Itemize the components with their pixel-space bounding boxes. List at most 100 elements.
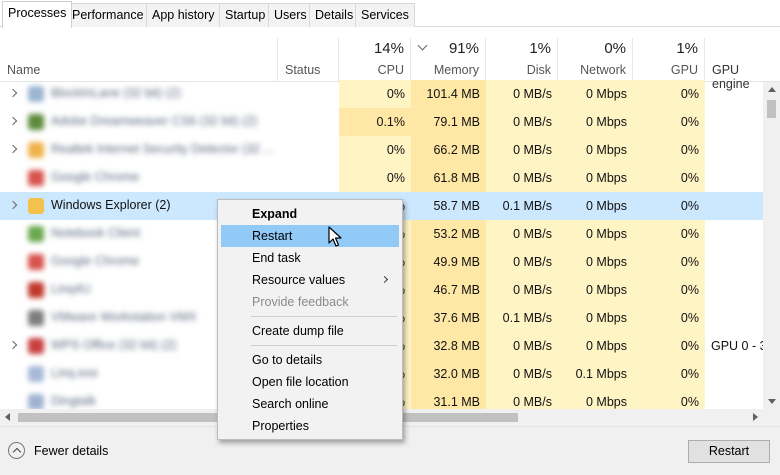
- process-name: Dingtalk: [51, 394, 97, 408]
- gpu-engine-cell: GPU 0 - 3D: [711, 339, 764, 353]
- process-name: WPS Office (32 bit) (2): [51, 338, 177, 352]
- column-name[interactable]: Name: [0, 38, 278, 82]
- scrollbar-corner: [763, 409, 780, 426]
- expand-chevron-icon[interactable]: [8, 116, 18, 126]
- gpu-cell: 0%: [633, 80, 705, 108]
- memory-cell: 49.9 MB: [411, 248, 486, 276]
- gpu-engine-cell: [705, 248, 764, 276]
- collapse-circle-icon: [8, 442, 25, 459]
- disk-cell: 0 MB/s: [486, 136, 558, 164]
- network-cell: 0 Mbps: [558, 332, 633, 360]
- scroll-right-icon[interactable]: [753, 413, 758, 421]
- column-memory[interactable]: 91% Memory: [411, 38, 486, 82]
- column-cpu[interactable]: 14% CPU: [339, 38, 411, 82]
- expand-chevron-icon[interactable]: [8, 340, 18, 350]
- scroll-left-icon[interactable]: [5, 413, 10, 421]
- disk-cell: 0 MB/s: [486, 360, 558, 388]
- process-icon: [28, 282, 44, 298]
- expand-chevron-icon[interactable]: [8, 144, 18, 154]
- tab-performance[interactable]: Performance: [66, 3, 150, 27]
- menu-item-label: Go to details: [252, 353, 323, 367]
- disk-cell: 0 MB/s: [486, 108, 558, 136]
- menu-item-label: Search online: [252, 397, 329, 411]
- memory-cell: 37.6 MB: [411, 304, 486, 332]
- disk-total: 1%: [529, 40, 551, 57]
- context-menu: Expand Restart End task Resource values Prov…: [217, 199, 403, 440]
- column-disk[interactable]: 1% Disk: [486, 38, 558, 82]
- network-cell: 0 Mbps: [558, 304, 633, 332]
- tab-startup[interactable]: Startup: [219, 3, 272, 27]
- tab-app-history[interactable]: App history: [146, 3, 221, 27]
- process-icon: [28, 226, 44, 242]
- gpu-cell: 0%: [633, 332, 705, 360]
- process-name: BlockInLane (32 bit) (2): [51, 86, 181, 100]
- gpu-cell: 0%: [633, 304, 705, 332]
- table-row[interactable]: Google Chrome 0% 61.8 MB 0 MB/s 0 Mbps 0%: [0, 164, 764, 192]
- submenu-arrow-icon: [380, 275, 389, 284]
- scroll-up-icon[interactable]: [768, 87, 776, 92]
- cpu-cell: 0%: [339, 136, 411, 164]
- process-icon: [28, 142, 44, 158]
- menu-item-label: Restart: [252, 229, 293, 243]
- menu-item-label: Expand: [252, 207, 298, 221]
- process-icon: [28, 198, 44, 214]
- menu-item-create-dump-file[interactable]: Create dump file: [221, 320, 399, 342]
- gpu-cell: 0%: [633, 360, 705, 388]
- menu-separator: [251, 316, 397, 317]
- column-status[interactable]: Status: [278, 38, 339, 82]
- column-header: Name Status 14% CPU 91% Memory 1% Disk 0…: [0, 38, 780, 91]
- gpu-engine-cell: [705, 276, 764, 304]
- tab-users[interactable]: Users: [268, 3, 313, 27]
- gpu-engine-cell: [705, 220, 764, 248]
- cpu-cell: 0%: [339, 164, 411, 192]
- menu-item-label: Resource values: [252, 273, 346, 287]
- menu-item-label: Properties: [252, 419, 309, 433]
- network-cell: 0 Mbps: [586, 199, 627, 213]
- column-network[interactable]: 0% Network: [558, 38, 633, 82]
- vertical-scrollbar[interactable]: [763, 82, 780, 409]
- menu-item-properties[interactable]: Properties: [221, 415, 399, 437]
- process-name: Notebook Client: [51, 226, 140, 240]
- tab-details[interactable]: Details: [309, 3, 360, 27]
- process-name: Linq.exe: [51, 366, 99, 380]
- fewer-details-label: Fewer details: [34, 444, 109, 458]
- cpu-total: 14%: [373, 40, 404, 57]
- menu-item-resource-values[interactable]: Resource values: [221, 269, 399, 291]
- gpu-cell: 0%: [633, 108, 705, 136]
- menu-item-expand[interactable]: Expand: [221, 203, 399, 225]
- network-cell: 0.1 Mbps: [558, 360, 633, 388]
- table-row[interactable]: Adobe Dreamweaver CS6 (32 bit) (2) 0.1% 79…: [0, 108, 764, 136]
- memory-cell: 79.1 MB: [411, 108, 486, 136]
- expand-chevron-icon[interactable]: [8, 200, 18, 210]
- tab-services[interactable]: Services: [355, 3, 415, 27]
- memory-cell: 31.1 MB: [411, 388, 486, 410]
- tab-processes[interactable]: Processes: [2, 1, 73, 28]
- expand-chevron-icon[interactable]: [8, 88, 18, 98]
- tab-bar: Processes Performance App history Startu…: [0, 0, 780, 28]
- menu-item-open-file-location[interactable]: Open file location: [221, 371, 399, 393]
- table-row[interactable]: Realtek Internet Security Detector (32 .…: [0, 136, 764, 164]
- menu-item-search-online[interactable]: Search online: [221, 393, 399, 415]
- table-row[interactable]: BlockInLane (32 bit) (2) 0% 101.4 MB 0 MB/s…: [0, 80, 764, 108]
- menu-item-restart[interactable]: Restart: [221, 225, 399, 247]
- gpu-engine-cell: [705, 164, 764, 192]
- sort-descending-icon: [417, 40, 428, 51]
- network-cell: 0 Mbps: [558, 276, 633, 304]
- menu-item-end-task[interactable]: End task: [221, 247, 399, 269]
- scroll-down-icon[interactable]: [768, 399, 776, 404]
- menu-item-go-to-details[interactable]: Go to details: [221, 349, 399, 371]
- gpu-total: 1%: [676, 40, 698, 57]
- menu-item-label: End task: [252, 251, 301, 265]
- vertical-scroll-thumb[interactable]: [767, 100, 776, 118]
- column-gpu-engine[interactable]: GPU engine: [705, 38, 780, 91]
- restart-button[interactable]: Restart: [688, 440, 770, 463]
- network-cell: 0 Mbps: [558, 108, 633, 136]
- mouse-pointer-icon: [328, 226, 342, 247]
- process-icon: [28, 310, 44, 326]
- process-icon: [28, 366, 44, 382]
- network-total: 0%: [604, 40, 626, 57]
- network-cell: 0 Mbps: [558, 388, 633, 410]
- column-gpu[interactable]: 1% GPU: [633, 38, 705, 82]
- memory-cell: 46.7 MB: [411, 276, 486, 304]
- process-icon: [28, 86, 44, 102]
